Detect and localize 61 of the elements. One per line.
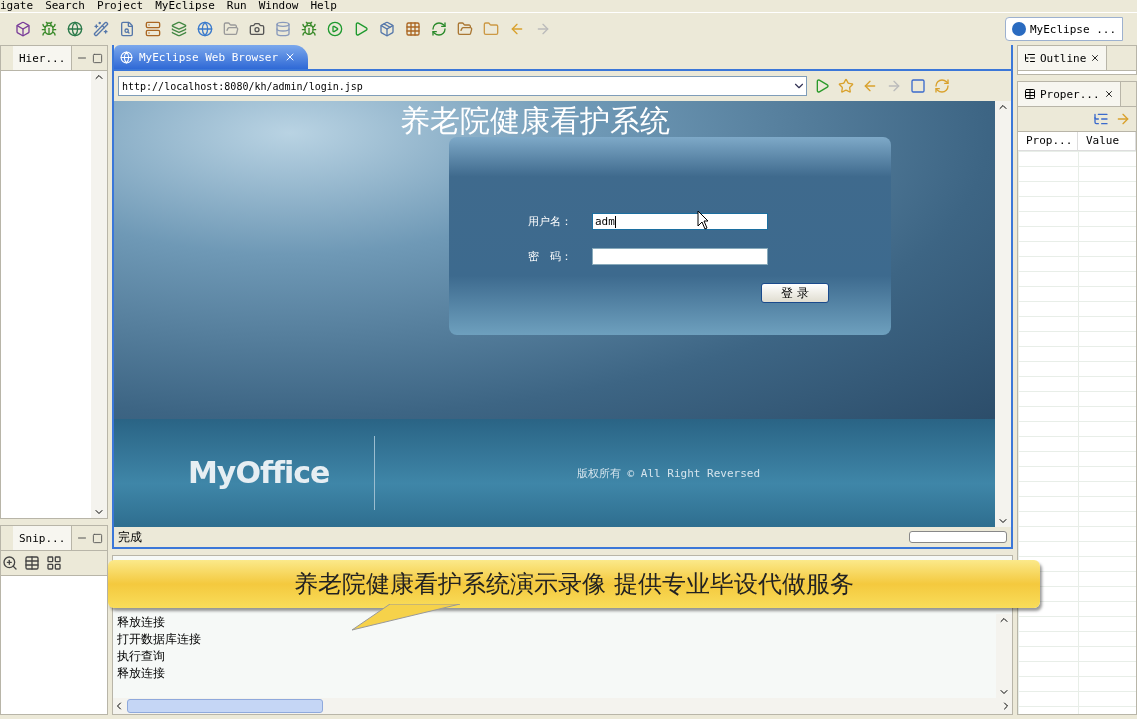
column-header[interactable]: Value — [1078, 132, 1136, 150]
caption-tooltip: 养老院健康看护系统演示录像 提供专业毕设代做服务 — [108, 560, 1040, 608]
view-tab[interactable]: Proper... — [1018, 82, 1121, 106]
view-tab[interactable]: Snip... — [13, 526, 73, 550]
menu-item[interactable]: igate — [0, 0, 34, 12]
status-text: 完成 — [118, 528, 142, 546]
console-line: 释放连接 — [117, 614, 165, 631]
bug-icon[interactable] — [300, 20, 318, 38]
folder-icon[interactable] — [222, 20, 240, 38]
field-label: 密 码： — [528, 249, 573, 264]
login-button[interactable]: 登 录 — [761, 283, 829, 303]
console-line: 释放连接 — [117, 665, 165, 682]
menu-item[interactable]: MyEclipse — [155, 0, 215, 12]
table-icon[interactable] — [23, 554, 41, 572]
maximize-icon[interactable] — [92, 52, 104, 64]
maximize-icon[interactable] — [92, 532, 104, 544]
zoom-icon[interactable] — [1, 554, 19, 572]
database-icon[interactable] — [274, 20, 292, 38]
console-line: 打开数据库连接 — [117, 631, 201, 648]
globe-icon[interactable] — [66, 20, 84, 38]
run-icon[interactable] — [326, 20, 344, 38]
folder-icon[interactable] — [456, 20, 474, 38]
outline-icon[interactable] — [1024, 52, 1036, 64]
server-icon[interactable] — [144, 20, 162, 38]
grid-icon[interactable] — [404, 20, 422, 38]
logo: MyOffice — [188, 436, 375, 510]
console-line: 执行查询 — [117, 648, 165, 665]
refresh-icon[interactable] — [430, 20, 448, 38]
text-field[interactable]: adm — [592, 213, 768, 230]
mouse-pointer-icon — [697, 210, 709, 230]
column-header[interactable]: Prop... — [1018, 132, 1078, 150]
menu-item[interactable]: Help — [310, 0, 337, 12]
globe-icon[interactable] — [196, 20, 214, 38]
page-title: 养老院健康看护系统 — [400, 102, 671, 137]
wand-icon[interactable] — [92, 20, 110, 38]
layers-icon[interactable] — [170, 20, 188, 38]
fit-icon[interactable] — [45, 554, 63, 572]
menu-item[interactable]: Window — [258, 0, 299, 12]
copyright-text: 版权所有 © All Right Reversed — [577, 465, 761, 481]
package-icon[interactable] — [378, 20, 396, 38]
cube-icon[interactable] — [14, 20, 32, 38]
table-icon[interactable] — [1024, 88, 1036, 100]
view-tab[interactable]: Outline — [1018, 46, 1108, 70]
menu-item[interactable]: Run — [226, 0, 247, 12]
file-search-icon[interactable] — [118, 20, 136, 38]
scrollbar-thumb[interactable] — [127, 699, 323, 713]
stop-icon[interactable] — [909, 77, 927, 95]
text-field[interactable] — [592, 248, 768, 265]
close-icon[interactable] — [1090, 53, 1101, 63]
star-icon[interactable] — [837, 77, 855, 95]
refresh-icon[interactable] — [933, 77, 951, 95]
folder-icon[interactable] — [482, 20, 500, 38]
menu-item[interactable]: Project — [96, 0, 144, 12]
url-field[interactable]: http://localhost:8080/kh/admin/login.jsp — [118, 76, 807, 96]
menu-item[interactable]: Search — [45, 0, 85, 12]
perspective-button[interactable]: MyEclipse ... — [1004, 17, 1123, 41]
bug-icon[interactable] — [40, 20, 58, 38]
camera-icon[interactable] — [248, 20, 266, 38]
close-icon[interactable] — [1103, 89, 1114, 99]
view-tab[interactable]: Hier... — [13, 46, 73, 70]
field-label: 用户名： — [528, 214, 573, 229]
